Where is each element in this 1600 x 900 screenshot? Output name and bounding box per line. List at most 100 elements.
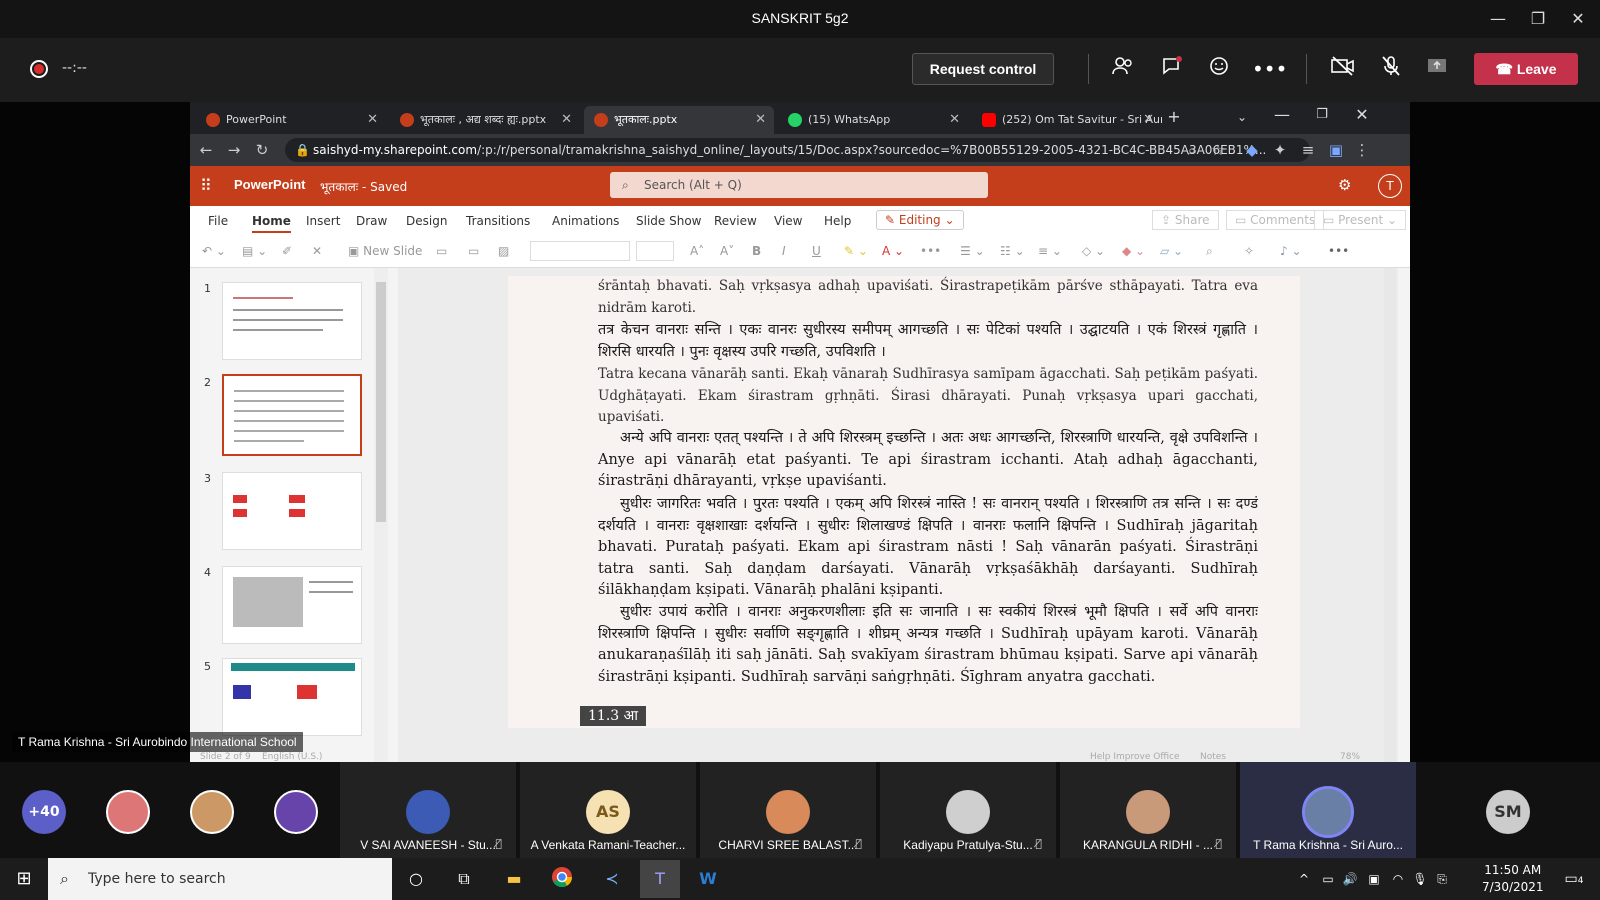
settings-gear-icon[interactable]: ⚙ (1338, 176, 1351, 194)
present-button[interactable]: ▭ Present ⌄ (1314, 210, 1407, 230)
reset-icon[interactable]: ▭ (468, 244, 479, 258)
slide-thumbnail-1[interactable] (222, 282, 362, 360)
more-ribbon-icon[interactable]: ••• (1328, 244, 1349, 258)
word-icon[interactable]: W (694, 866, 722, 892)
chat-icon[interactable] (1157, 54, 1187, 84)
tab-animations[interactable]: Animations (552, 214, 619, 228)
status-zoom[interactable]: 78% (1340, 752, 1360, 762)
leave-button[interactable]: ☎ Leave (1474, 53, 1578, 85)
reload-icon[interactable]: ↻ (250, 138, 274, 162)
profile-extension-icon[interactable]: ▣ (1324, 138, 1348, 162)
reactions-icon[interactable] (1204, 54, 1234, 84)
format-painter-icon[interactable]: ✐ (282, 244, 292, 258)
ppt-search-input[interactable]: ⌕ Search (Alt + Q) (610, 172, 988, 198)
status-notes[interactable]: Notes (1200, 752, 1226, 762)
tab-slide-show[interactable]: Slide Show (636, 214, 701, 228)
designer-icon[interactable]: ✧ (1244, 244, 1254, 258)
participant-tile[interactable]: KARANGULA RIDHI - ... 🎙̸ (1060, 762, 1236, 858)
tab-home[interactable]: Home (252, 214, 291, 233)
slide-thumbnail-2[interactable] (222, 374, 362, 456)
forward-icon[interactable]: → (222, 138, 246, 162)
shape-fill-icon[interactable]: ◆ ⌄ (1122, 244, 1145, 258)
undo-icon[interactable]: ↶ ⌄ (202, 244, 226, 258)
browser-tab[interactable]: (252) Om Tat Savitur - Sri Aur ✕ (972, 106, 1162, 134)
shrink-font-icon[interactable]: A˅ (720, 244, 734, 258)
slide-thumbnail-5[interactable] (222, 658, 362, 736)
close-button[interactable]: ✕ (1566, 8, 1590, 30)
bold-icon[interactable]: B (752, 244, 761, 258)
tab-draw[interactable]: Draw (356, 214, 387, 228)
shapes-icon[interactable]: ◇ ⌄ (1082, 244, 1105, 258)
browser-minimize-icon[interactable]: — (1270, 104, 1294, 126)
tab-file[interactable]: File (208, 214, 228, 228)
current-slide[interactable]: śrāntaḥ bhavati. Saḥ vṛkṣasya adhaḥ upav… (508, 276, 1300, 728)
taskbar-search-input[interactable]: ⌕ Type here to search (48, 858, 392, 900)
camera-off-icon[interactable] (1328, 54, 1358, 84)
share-screen-icon[interactable] (1422, 54, 1452, 84)
picture-icon[interactable]: ▨ (498, 244, 509, 258)
participant-tile[interactable]: Kadiyapu Pratulya-Stu... 🎙̸ (880, 762, 1056, 858)
overflow-participants-button[interactable]: +40 (22, 790, 66, 834)
request-control-button[interactable]: Request control (912, 53, 1054, 85)
taskbar-clock[interactable]: 11:50 AM 7/30/2021 (1482, 862, 1544, 896)
people-icon[interactable] (1108, 54, 1138, 84)
bullets-icon[interactable]: ☰ ⌄ (960, 244, 985, 258)
url-field[interactable]: 🔒 saishyd-my.sharepoint.com/:p:/r/person… (285, 138, 1310, 162)
find-icon[interactable]: ⌕ (1206, 244, 1213, 259)
participant-tile[interactable]: AS A Venkata Ramani-Teacher... (520, 762, 696, 858)
dictate-icon[interactable]: ♪ ⌄ (1280, 244, 1302, 258)
tab-review[interactable]: Review (714, 214, 757, 228)
browser-tab-active[interactable]: भूतकालः.pptx ✕ (584, 106, 774, 134)
document-name[interactable]: भूतकालः - Saved (320, 178, 407, 195)
highlight-icon[interactable]: ✎ ⌄ (844, 244, 868, 258)
restore-button[interactable]: ❐ (1526, 8, 1550, 30)
task-view-icon[interactable]: ⧉ (450, 866, 478, 892)
participant-tile[interactable]: CHARVI SREE BALAST... 🎙̸ (700, 762, 876, 858)
browser-tab[interactable]: (15) WhatsApp ✕ (778, 106, 968, 134)
italic-icon[interactable]: I (782, 244, 786, 258)
shape-outline-icon[interactable]: ▱ ⌄ (1160, 244, 1183, 258)
cortana-icon[interactable]: ○ (402, 866, 430, 892)
close-tab-icon[interactable]: ✕ (1143, 106, 1154, 134)
tab-transitions[interactable]: Transitions (466, 214, 530, 228)
close-tab-icon[interactable]: ✕ (561, 106, 572, 134)
tab-search-icon[interactable]: ⌄ (1230, 106, 1254, 128)
windows-start-icon[interactable]: ⊞ (10, 866, 38, 892)
editing-mode-button[interactable]: ✎ Editing ⌄ (876, 210, 964, 230)
chrome-icon[interactable] (548, 866, 576, 892)
browser-tab[interactable]: PowerPoint ✕ (196, 106, 386, 134)
font-color-icon[interactable]: A ⌄ (882, 244, 904, 258)
underline-icon[interactable]: U (812, 244, 821, 258)
notifications-icon[interactable]: ▭4 (1560, 866, 1588, 892)
browser-tab[interactable]: भूतकालः , अद्य शब्दः ह्यः.pptx ✕ (390, 106, 580, 134)
numbering-icon[interactable]: ☷ ⌄ (1000, 244, 1025, 258)
back-icon[interactable]: ← (194, 138, 218, 162)
teams-icon[interactable]: T (640, 860, 680, 898)
clipboard-icon[interactable]: ▤ ⌄ (242, 244, 267, 258)
tab-design[interactable]: Design (406, 214, 447, 228)
new-slide-button[interactable]: ▣ New Slide (348, 244, 422, 258)
font-size-select[interactable] (636, 241, 674, 261)
status-help-improve[interactable]: Help Improve Office (1090, 752, 1180, 762)
more-options-icon[interactable]: ••• (1252, 54, 1287, 84)
font-family-select[interactable] (530, 241, 630, 261)
slide-thumbnail-3[interactable] (222, 472, 362, 550)
delete-icon[interactable]: ✕ (312, 244, 322, 258)
close-tab-icon[interactable]: ✕ (755, 106, 766, 134)
browser-menu-icon[interactable]: ⋮ (1350, 138, 1374, 162)
share-button[interactable]: ⇪ Share (1152, 210, 1219, 230)
participant-tile-speaking[interactable]: T Rama Krishna - Sri Auro... (1240, 762, 1416, 858)
layout-icon[interactable]: ▭ (436, 244, 447, 258)
puzzle-icon[interactable]: ✦ (1268, 138, 1292, 162)
language-icon[interactable]: ⎘ (1428, 866, 1456, 892)
tab-help[interactable]: Help (824, 214, 851, 228)
app-launcher-icon[interactable]: ⠿ (200, 176, 212, 195)
align-icon[interactable]: ≡ ⌄ (1038, 244, 1062, 258)
zoom-icon[interactable]: ⌕ (1180, 138, 1204, 162)
slide-scrollbar[interactable] (1384, 268, 1396, 762)
file-explorer-icon[interactable]: ▬ (500, 866, 528, 892)
vscode-icon[interactable]: ≺ (598, 866, 626, 892)
grow-font-icon[interactable]: A˄ (690, 244, 704, 258)
tab-view[interactable]: View (774, 214, 802, 228)
avatar-initials[interactable]: SM (1486, 790, 1530, 834)
